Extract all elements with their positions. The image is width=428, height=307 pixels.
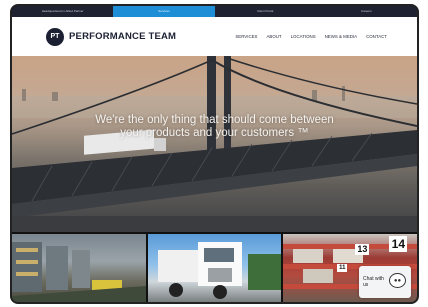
rack-number-11: 11 <box>337 264 348 272</box>
top-utility-bar: Headquartered in Allied Partner Services… <box>12 6 417 17</box>
tagline-line-2: your products and your customers ™ <box>120 127 309 139</box>
hero-bridge-image <box>12 56 417 232</box>
nav-about[interactable]: ABOUT <box>266 34 281 39</box>
nav-services[interactable]: SERVICES <box>235 34 257 39</box>
chat-label: Chat with us <box>363 276 384 288</box>
truck-image <box>157 242 282 299</box>
hero-banner: We're the only thing that should come be… <box>12 56 417 232</box>
main-nav: SERVICES ABOUT LOCATIONS NEWS & MEDIA CO… <box>235 34 387 39</box>
topbar-link-headquarters[interactable]: Headquartered in Allied Partner <box>12 6 113 17</box>
topbar-link-client-portal[interactable]: Client Portal <box>215 6 316 17</box>
topbar-link-careers[interactable]: Careers <box>316 6 417 17</box>
nav-news-media[interactable]: NEWS & MEDIA <box>325 34 357 39</box>
brand-name: PERFORMANCE TEAM <box>69 31 177 42</box>
warehouse-image <box>12 242 146 302</box>
tagline-line-1: We're the only thing that should come be… <box>95 114 334 126</box>
thumbnail-storage-racks[interactable]: 13 14 11 Chat with us ●● <box>283 234 417 302</box>
browser-frame: Headquartered in Allied Partner Services… <box>12 6 417 302</box>
site-header: PT PERFORMANCE TEAM SERVICES ABOUT LOCAT… <box>12 17 417 56</box>
thumbnail-truck[interactable] <box>147 234 282 302</box>
nav-locations[interactable]: LOCATIONS <box>291 34 316 39</box>
topbar-link-services[interactable]: Services <box>113 6 215 17</box>
chat-bubble-icon[interactable]: ●● <box>389 273 407 288</box>
rack-number-14: 14 <box>389 236 408 252</box>
chat-widget[interactable]: Chat with us ●● <box>359 266 412 298</box>
logo-badge: PT <box>46 27 64 46</box>
feature-thumbnails: 13 14 11 Chat with us ●● <box>12 234 417 302</box>
thumbnail-warehouse[interactable] <box>12 234 146 302</box>
nav-contact[interactable]: CONTACT <box>366 34 387 39</box>
rack-number-13: 13 <box>355 244 370 255</box>
hero-tagline: We're the only thing that should come be… <box>12 114 417 140</box>
site-logo[interactable]: PT PERFORMANCE TEAM <box>46 27 177 46</box>
